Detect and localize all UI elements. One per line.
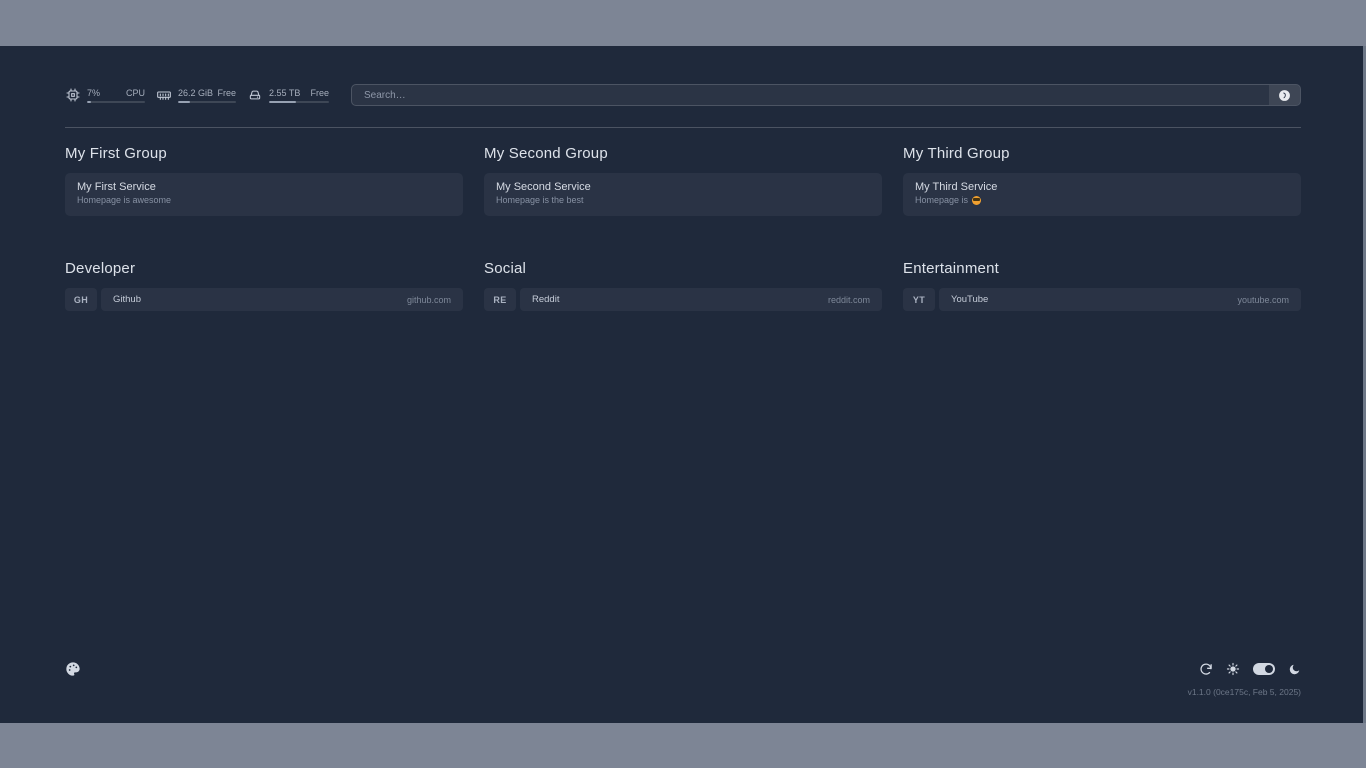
- bookmark-abbr: YT: [903, 288, 935, 311]
- disk-free-label: Free: [310, 88, 329, 98]
- service-name: My Second Service: [496, 180, 870, 194]
- header-divider: [65, 127, 1301, 128]
- service-description: Homepage is the best: [496, 194, 870, 206]
- search-provider-button[interactable]: [1269, 85, 1300, 105]
- dark-theme-moon-icon[interactable]: [1288, 663, 1301, 676]
- version-label: v1.1.0 (0ce175c, Feb 5, 2025): [65, 687, 1301, 697]
- bookmark-abbr: RE: [484, 288, 516, 311]
- service-group-second: My Second Group My Second Service Homepa…: [484, 145, 882, 216]
- service-card-my-second-service[interactable]: My Second Service Homepage is the best: [484, 173, 882, 216]
- disk-usage-bar: [269, 101, 329, 103]
- bookmark-group-social: Social RE Reddit reddit.com: [484, 260, 882, 311]
- service-group-first: My First Group My First Service Homepage…: [65, 145, 463, 216]
- bookmark-youtube[interactable]: YT YouTube youtube.com: [903, 288, 1301, 311]
- service-name: My Third Service: [915, 180, 1289, 194]
- light-theme-sun-icon[interactable]: [1226, 662, 1240, 676]
- group-title: Social: [484, 260, 882, 277]
- memory-free-value: 26.2 GiB: [178, 88, 213, 98]
- service-group-third: My Third Group My Third Service Homepage…: [903, 145, 1301, 216]
- bookmark-abbr: GH: [65, 288, 97, 311]
- bookmark-github[interactable]: GH Github github.com: [65, 288, 463, 311]
- header-row: 7% CPU: [65, 46, 1301, 106]
- cpu-value: 7%: [87, 88, 100, 98]
- cpu-icon: [65, 87, 81, 103]
- search-bar: [351, 84, 1301, 106]
- desktop-background: 7% CPU: [0, 0, 1366, 768]
- disk-resource: 2.55 TB Free: [247, 87, 329, 103]
- resources-widget: 7% CPU: [65, 87, 337, 103]
- bookmark-url: github.com: [407, 295, 451, 305]
- service-description: Homepage is awesome: [77, 194, 451, 206]
- bookmark-url: reddit.com: [828, 295, 870, 305]
- cool-sunglasses-emoji-icon: [972, 196, 981, 205]
- bookmark-group-developer: Developer GH Github github.com: [65, 260, 463, 311]
- services-section: My First Group My First Service Homepage…: [65, 145, 1301, 216]
- memory-resource: 26.2 GiB Free: [156, 87, 236, 103]
- bookmark-reddit[interactable]: RE Reddit reddit.com: [484, 288, 882, 311]
- service-card-my-first-service[interactable]: My First Service Homepage is awesome: [65, 173, 463, 216]
- memory-icon: [156, 87, 172, 103]
- color-palette-button[interactable]: [65, 661, 81, 677]
- bookmark-name: YouTube: [951, 294, 988, 305]
- group-title: My Third Group: [903, 145, 1301, 162]
- cpu-label: CPU: [126, 88, 145, 98]
- bookmark-group-entertainment: Entertainment YT YouTube youtube.com: [903, 260, 1301, 311]
- group-title: My Second Group: [484, 145, 882, 162]
- memory-usage-bar: [178, 101, 236, 103]
- bookmark-name: Reddit: [532, 294, 559, 305]
- theme-toggle-switch[interactable]: [1253, 663, 1275, 675]
- refresh-button[interactable]: [1199, 662, 1213, 676]
- service-card-my-third-service[interactable]: My Third Service Homepage is: [903, 173, 1301, 216]
- service-description: Homepage is: [915, 194, 1289, 206]
- cpu-usage-bar: [87, 101, 145, 103]
- memory-free-label: Free: [217, 88, 236, 98]
- service-name: My First Service: [77, 180, 451, 194]
- bookmarks-section: Developer GH Github github.com Social RE: [65, 260, 1301, 311]
- group-title: Entertainment: [903, 260, 1301, 277]
- search-input[interactable]: [352, 86, 1300, 106]
- cpu-resource: 7% CPU: [65, 87, 145, 103]
- group-title: Developer: [65, 260, 463, 277]
- homepage-dashboard: 7% CPU: [0, 46, 1366, 723]
- toggle-knob: [1265, 665, 1273, 673]
- group-title: My First Group: [65, 145, 463, 162]
- footer: v1.1.0 (0ce175c, Feb 5, 2025): [65, 661, 1301, 697]
- bookmark-url: youtube.com: [1237, 295, 1289, 305]
- disk-free-value: 2.55 TB: [269, 88, 300, 98]
- disk-icon: [247, 87, 263, 103]
- bookmark-name: Github: [113, 294, 141, 305]
- duckduckgo-icon: [1278, 89, 1291, 102]
